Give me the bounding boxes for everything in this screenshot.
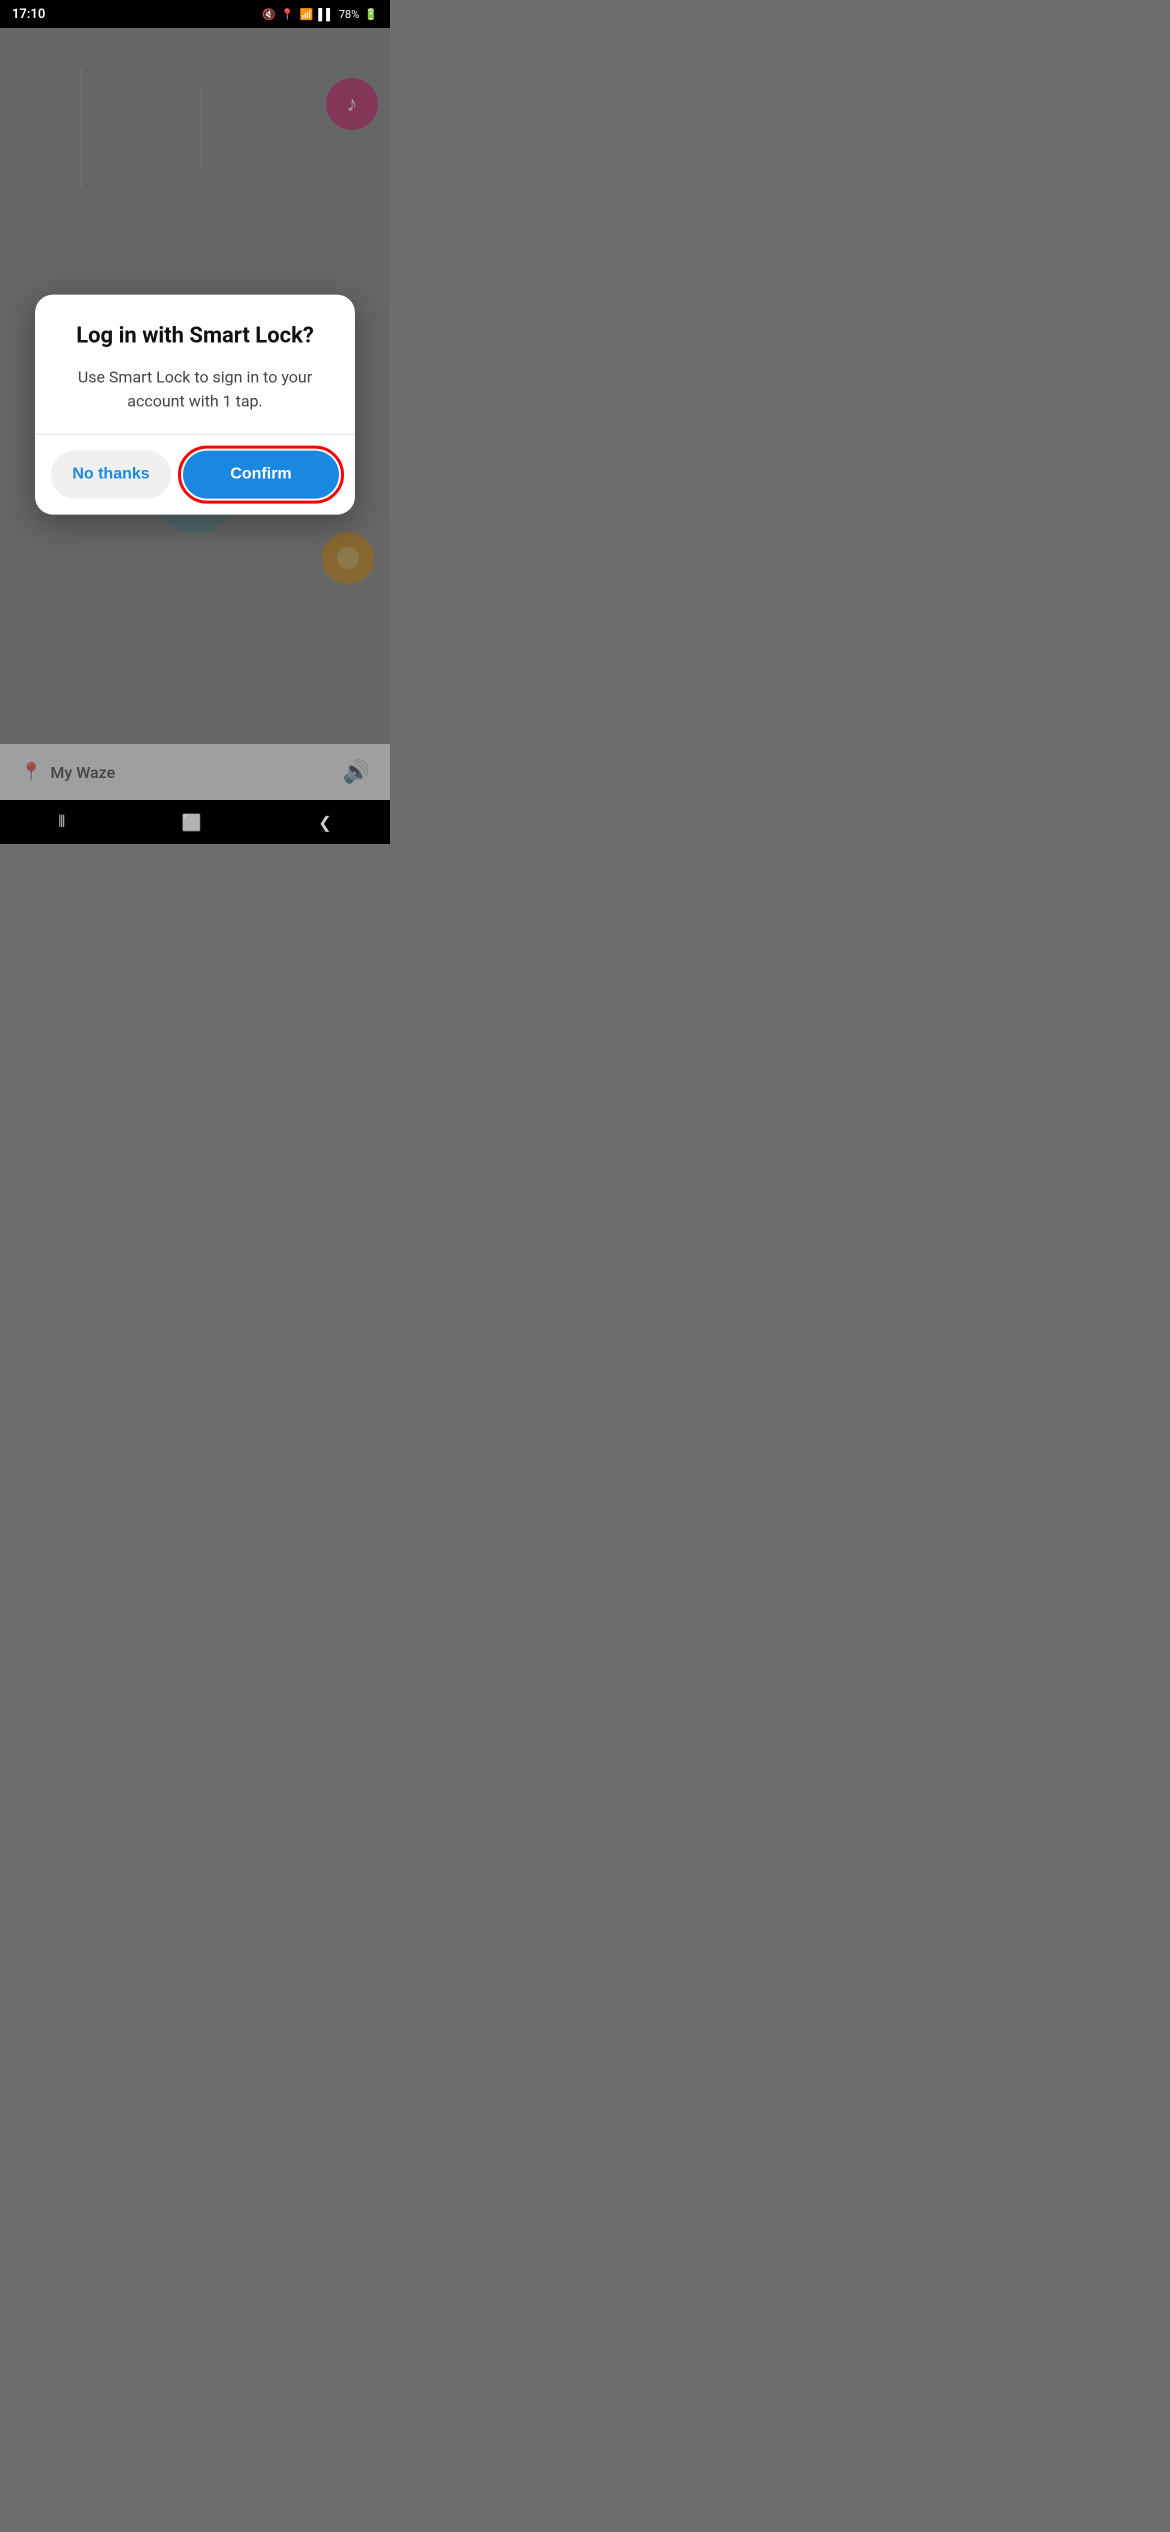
signal-icon: ▌▌ [318,8,334,21]
no-thanks-button[interactable]: No thanks [51,450,171,498]
battery-icon: 🔋 [364,8,378,21]
confirm-button[interactable]: Confirm [183,450,339,498]
location-status-icon: 📍 [281,8,295,21]
nav-home-button[interactable]: ⬜ [182,813,202,832]
battery-label: 78% [339,8,359,21]
dialog-content: Log in with Smart Lock? Use Smart Lock t… [35,295,355,414]
dialog-message: Use Smart Lock to sign in to your accoun… [59,365,331,413]
dialog-actions: No thanks Confirm [35,434,355,514]
android-nav-bar: ⦀ ⬜ ❮ [0,800,390,844]
nav-back-button[interactable]: ❮ [318,813,331,832]
nav-recents-button[interactable]: ⦀ [58,812,65,832]
dialog-title: Log in with Smart Lock? [59,323,331,352]
wifi-icon: 📶 [300,8,314,21]
status-bar: 17:10 🔇 📍 📶 ▌▌ 78% 🔋 [0,0,390,28]
status-time: 17:10 [12,7,45,22]
mute-icon: 🔇 [262,8,276,21]
smart-lock-dialog: Log in with Smart Lock? Use Smart Lock t… [35,295,355,515]
status-icons: 🔇 📍 📶 ▌▌ 78% 🔋 [262,8,378,21]
